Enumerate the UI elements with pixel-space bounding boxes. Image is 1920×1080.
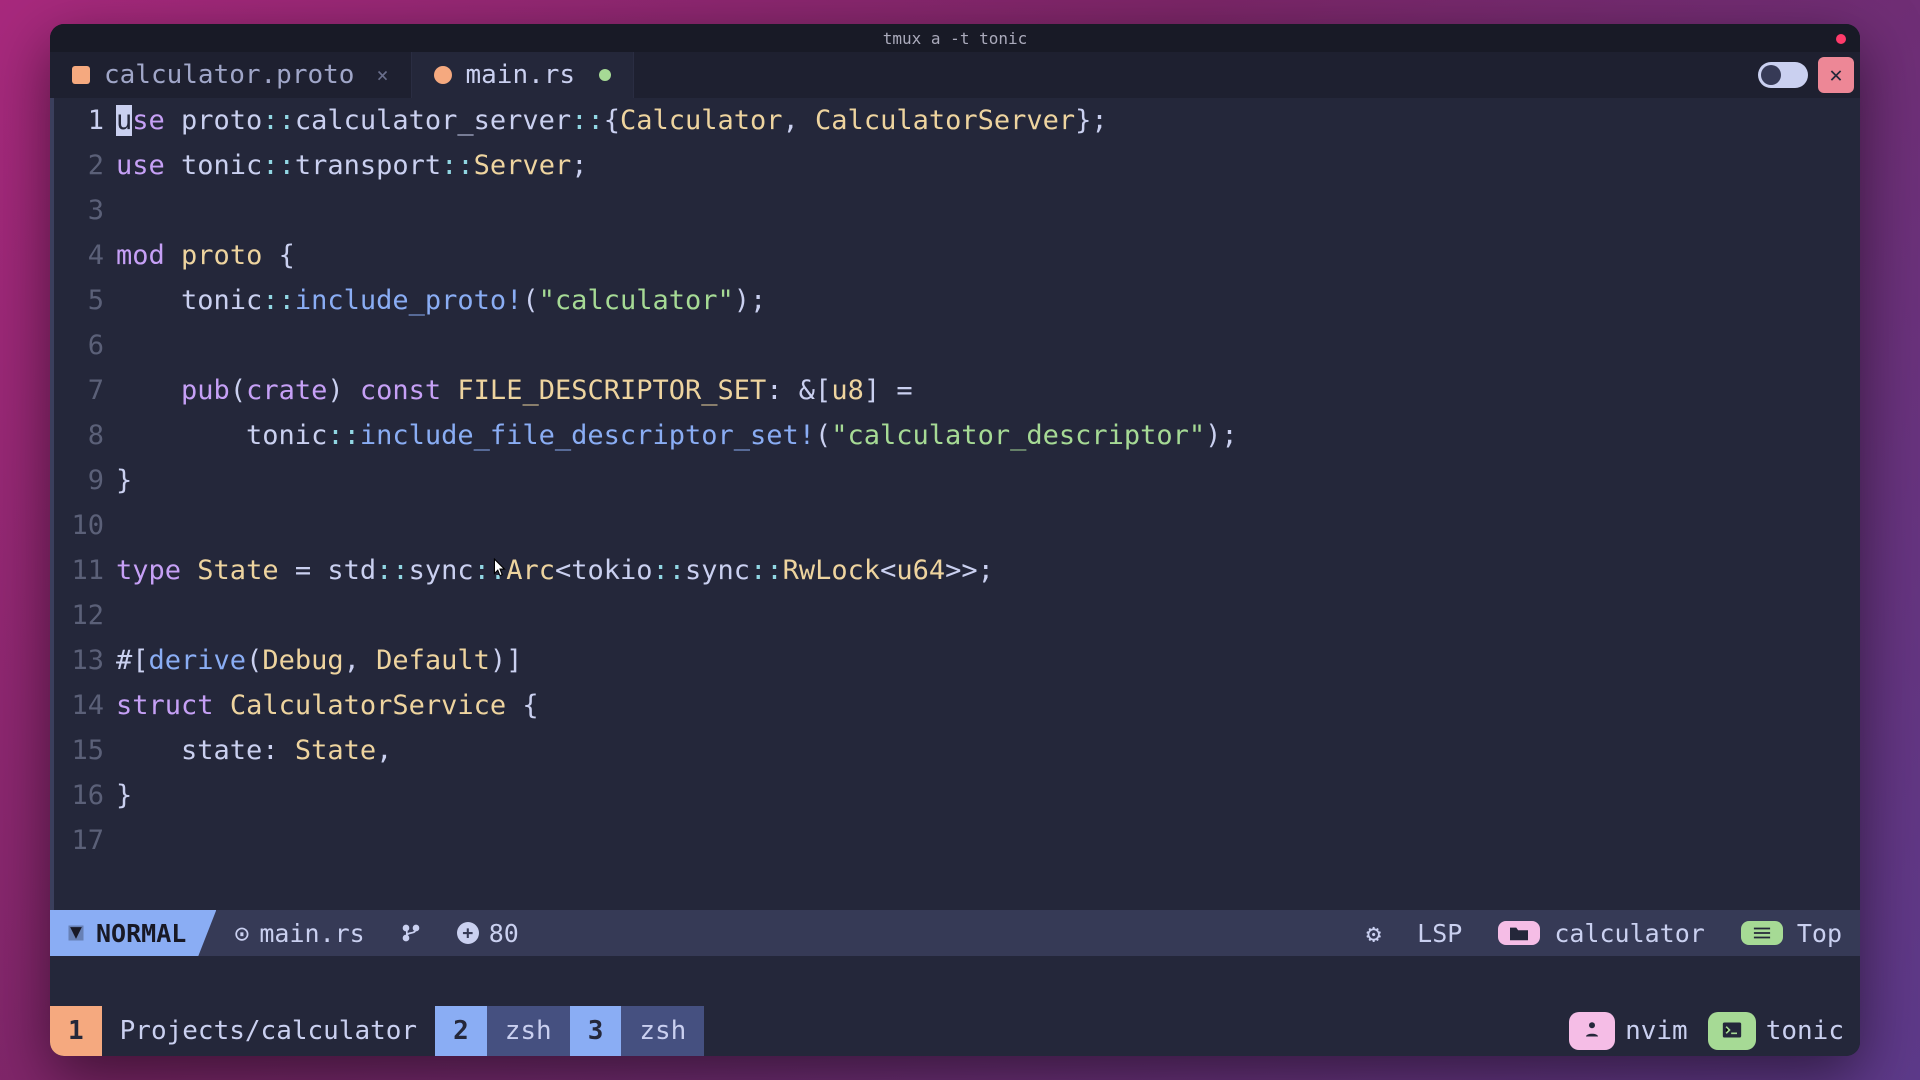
terminal-window: tmux a -t tonic calculator.proto × main.… bbox=[50, 24, 1860, 1056]
vim-icon bbox=[66, 923, 86, 943]
window-title: tmux a -t tonic bbox=[883, 29, 1028, 48]
git-branch-icon bbox=[401, 923, 421, 943]
tmux-window-2-name[interactable]: zsh bbox=[487, 1006, 570, 1056]
changes-segment: + 80 bbox=[439, 919, 537, 948]
changes-count: 80 bbox=[489, 919, 519, 948]
tab-calculator-proto[interactable]: calculator.proto × bbox=[50, 52, 412, 98]
tab-main-rs[interactable]: main.rs bbox=[412, 52, 635, 98]
tmux-window-1-name[interactable]: Projects/calculator bbox=[102, 1006, 435, 1056]
person-icon bbox=[1569, 1012, 1615, 1050]
editor-tabbar: calculator.proto × main.rs ✕ bbox=[50, 52, 1860, 98]
lsp-segment: LSP bbox=[1399, 919, 1480, 948]
close-icon[interactable]: × bbox=[376, 63, 388, 87]
lsp-text: LSP bbox=[1417, 919, 1462, 948]
tmux-window-3-index[interactable]: 3 bbox=[570, 1006, 622, 1056]
recording-indicator-icon bbox=[1836, 34, 1846, 44]
plus-icon: + bbox=[457, 922, 479, 944]
filename-text: main.rs bbox=[259, 919, 364, 948]
vim-mode-indicator: NORMAL bbox=[50, 910, 216, 956]
tmux-window-2-index[interactable]: 2 bbox=[435, 1006, 487, 1056]
titlebar: tmux a -t tonic bbox=[50, 24, 1860, 52]
rust-file-icon bbox=[434, 66, 452, 84]
proto-file-icon bbox=[72, 66, 90, 84]
tmux-app-name: nvim bbox=[1625, 1016, 1688, 1046]
git-segment bbox=[383, 923, 439, 943]
tmux-session-name: tonic bbox=[1766, 1016, 1844, 1046]
folder-icon bbox=[1498, 921, 1540, 945]
filename-segment: ⊙ main.rs bbox=[216, 919, 382, 948]
tmux-window-3-name[interactable]: zsh bbox=[621, 1006, 704, 1056]
gear-icon: ⚙ bbox=[1366, 919, 1381, 948]
tmux-window-1-index[interactable]: 1 bbox=[50, 1006, 102, 1056]
tmux-statusbar: 1 Projects/calculator 2 zsh 3 zsh nvim t… bbox=[50, 1006, 1860, 1056]
toggle-switch[interactable] bbox=[1758, 62, 1808, 88]
line-number-gutter: 1234567891011121314151617 bbox=[54, 98, 116, 910]
terminal-icon bbox=[1708, 1012, 1756, 1050]
tab-label: calculator.proto bbox=[104, 60, 354, 90]
mode-text: NORMAL bbox=[96, 919, 186, 948]
code-editor[interactable]: 1234567891011121314151617 use proto::cal… bbox=[50, 98, 1860, 910]
settings-segment[interactable]: ⚙ bbox=[1348, 919, 1399, 948]
code-content[interactable]: use proto::calculator_server::{Calculato… bbox=[116, 98, 1860, 910]
close-window-button[interactable]: ✕ bbox=[1818, 57, 1854, 93]
tab-label: main.rs bbox=[466, 60, 576, 90]
lines-icon bbox=[1741, 921, 1783, 945]
modified-indicator-icon bbox=[599, 69, 611, 81]
gap bbox=[50, 956, 1860, 1006]
statusline: NORMAL ⊙ main.rs + 80 ⚙ LSP calculator bbox=[50, 910, 1860, 956]
rust-icon: ⊙ bbox=[234, 919, 249, 948]
position-text: Top bbox=[1797, 919, 1842, 948]
project-name: calculator bbox=[1554, 919, 1705, 948]
